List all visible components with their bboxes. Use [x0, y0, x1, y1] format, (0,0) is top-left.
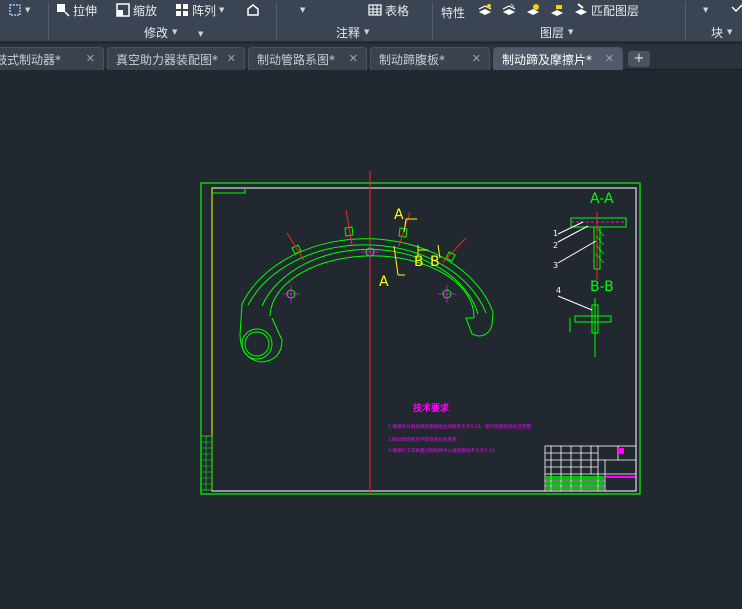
block-tool[interactable]: [730, 0, 742, 20]
array-label: 阵列: [192, 3, 217, 18]
close-icon[interactable]: ✕: [605, 52, 614, 65]
stretch-icon: [57, 4, 70, 17]
block-panel-title[interactable]: 块 ▼: [711, 24, 732, 40]
modify-panel-label: 修改: [144, 25, 169, 40]
chevron-down-icon: ▼: [172, 28, 178, 36]
tab-brake-piping[interactable]: 制动管路系图* ✕: [248, 47, 367, 70]
modify-expand[interactable]: ▼: [198, 24, 203, 44]
block-panel-label: 块: [711, 25, 724, 40]
callout-2: 2: [553, 241, 558, 250]
divider: [432, 2, 433, 40]
array-icon: [176, 4, 188, 16]
layer-tool-3[interactable]: [526, 0, 540, 20]
block-dropdown[interactable]: ▼: [703, 0, 708, 20]
tab-label: 制动蹄腹板*: [379, 52, 446, 67]
layer-freeze-icon: [527, 4, 539, 15]
stretch-label: 拉伸: [73, 3, 98, 18]
chevron-down-icon: ▼: [198, 30, 204, 38]
drawing-code-box: [212, 188, 246, 194]
callout-1: 1: [553, 229, 558, 238]
chevron-down-icon: ▼: [703, 6, 709, 14]
match-layer-label: 匹配图层: [591, 3, 640, 18]
tab-label: 真空助力器装配图*: [116, 52, 219, 67]
edit-polyline-icon: [247, 4, 259, 16]
ribbon: ▼ 拉伸 缩放 阵列 ▼ 修改 ▼ ▼ ▼ 表格 注释 ▼ 特性 匹配图层 图层…: [0, 0, 742, 42]
divider: [685, 2, 686, 40]
layer-tool-4[interactable]: [550, 0, 564, 20]
layer-isolate-icon: [502, 3, 516, 15]
annotation-panel-label: 注释: [336, 25, 361, 40]
tab-vacuum-booster[interactable]: 真空助力器装配图* ✕: [107, 47, 245, 70]
close-icon[interactable]: ✕: [86, 52, 95, 65]
stretch-button[interactable]: 拉伸: [56, 0, 97, 20]
properties-label: 特性: [441, 5, 466, 20]
match-layer-icon: [575, 3, 587, 15]
chevron-down-icon: ▼: [300, 6, 306, 14]
layers-panel-label: 图层: [540, 25, 565, 40]
scale-icon: [116, 3, 130, 17]
chevron-down-icon[interactable]: ▼: [25, 6, 30, 14]
drawing-canvas[interactable]: A A B B A-A 1 2 3 B-B 4 技术要求 1.摩擦片与制动蹄的铆…: [0, 71, 742, 605]
brake-shoe: [239, 226, 494, 363]
chevron-down-icon: ▼: [364, 28, 370, 36]
close-icon[interactable]: ✕: [349, 52, 358, 65]
close-icon[interactable]: ✕: [227, 52, 236, 65]
select-window-icon: [9, 4, 21, 16]
drawing-svg: A A B B A-A 1 2 3 B-B 4 技术要求 1.摩擦片与制动蹄的铆…: [200, 171, 641, 495]
inner-border: [211, 187, 637, 492]
title-block-fill: [546, 448, 635, 490]
table-label: 表格: [385, 3, 410, 18]
section-aa-view: [557, 212, 627, 280]
properties-button[interactable]: 特性: [441, 2, 465, 22]
hole-center-marks: [282, 243, 456, 303]
scale-button[interactable]: 缩放: [116, 0, 157, 20]
document-tab-bar: 鼓式制动器* ✕ 真空助力器装配图* ✕ 制动管路系图* ✕ 制动蹄腹板* ✕ …: [0, 44, 742, 70]
note-1: 1.摩擦片与制动蹄的铆接贴合间隙不大于0.25，铆钉装配后铆头应完整: [388, 423, 532, 430]
left-margin-table: [200, 435, 213, 491]
label-b-left: B: [414, 254, 424, 270]
new-tab-button[interactable]: +: [628, 51, 650, 67]
chevron-down-icon[interactable]: ▼: [219, 6, 224, 14]
section-aa-title: A-A: [590, 191, 614, 207]
annotation-dropdown[interactable]: ▼: [300, 0, 305, 20]
tab-label: 制动蹄及摩擦片*: [502, 52, 593, 67]
notes-title: 技术要求: [413, 402, 450, 414]
layer-tool-1[interactable]: [478, 0, 492, 20]
label-a-bottom: A: [379, 274, 389, 290]
tab-shoe-lining-active[interactable]: 制动蹄及摩擦片* ✕: [493, 47, 623, 70]
tab-drum-brake[interactable]: 鼓式制动器* ✕: [0, 47, 104, 70]
annotation-panel-title[interactable]: 注释 ▼: [336, 24, 369, 40]
outer-border: [200, 182, 641, 495]
label-b-right: B: [430, 254, 440, 270]
chevron-down-icon: ▼: [568, 28, 574, 36]
select-tool[interactable]: ▼: [8, 0, 30, 20]
note-2: 2.制动蹄焊接后不得有裂纹及变形: [388, 436, 457, 443]
close-icon[interactable]: ✕: [472, 52, 481, 65]
divider: [48, 2, 49, 40]
section-bb-title: B-B: [590, 279, 614, 295]
array-button[interactable]: 阵列 ▼: [175, 0, 224, 20]
section-bb-view: [557, 295, 612, 357]
scale-label: 缩放: [133, 3, 158, 18]
block-insert-icon: [731, 4, 742, 13]
label-a-top: A: [394, 207, 404, 223]
more-modify-button[interactable]: [246, 0, 260, 20]
tab-label: 制动管路系图*: [257, 52, 336, 67]
callout-3: 3: [553, 261, 558, 270]
layers-panel-title[interactable]: 图层 ▼: [540, 24, 573, 40]
note-3: 3.摩擦片工作表面对制动蹄中心线的跳动不大于0.10: [388, 447, 495, 454]
table-icon: [368, 4, 382, 16]
layer-lock-icon: [551, 5, 563, 16]
table-button[interactable]: 表格: [368, 0, 409, 20]
layer-state-icon: [478, 4, 492, 15]
divider: [276, 2, 277, 40]
tab-shoe-web[interactable]: 制动蹄腹板* ✕: [370, 47, 490, 70]
modify-panel-title[interactable]: 修改 ▼: [144, 24, 177, 40]
chevron-down-icon: ▼: [727, 28, 733, 36]
layer-tool-2[interactable]: [502, 0, 516, 20]
match-layer-button[interactable]: 匹配图层: [574, 0, 639, 20]
callout-4: 4: [556, 286, 561, 295]
tab-label: 鼓式制动器*: [0, 52, 62, 67]
